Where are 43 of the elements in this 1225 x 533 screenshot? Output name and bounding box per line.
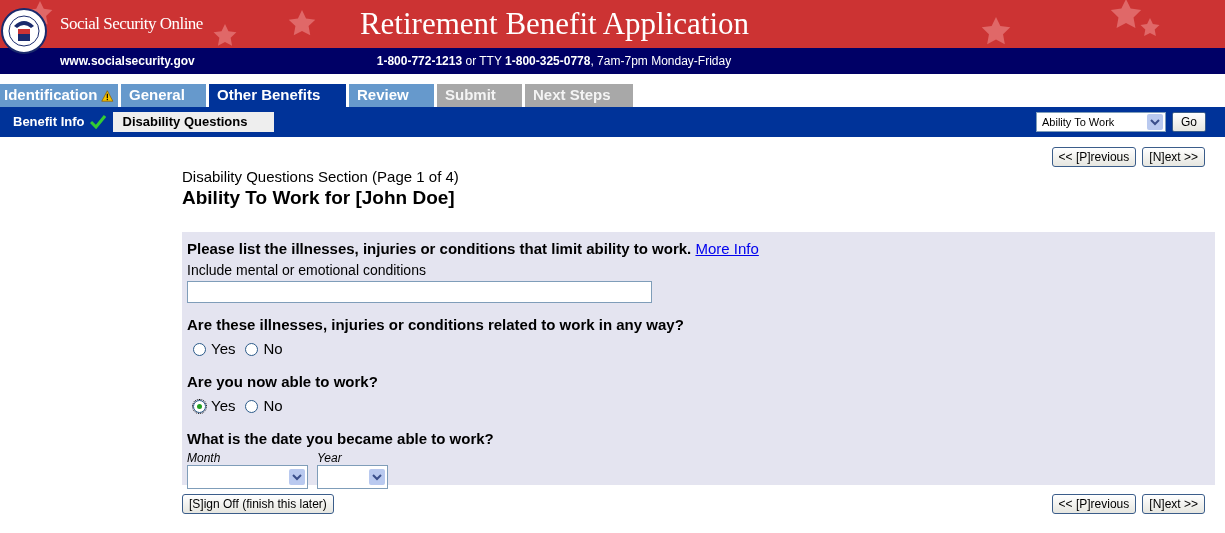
section-label: Disability Questions Section (Page 1 of 4) [182, 168, 460, 186]
dropdown[interactable] [317, 465, 388, 489]
page-heading: Ability To Work for [John Doe] [182, 186, 456, 210]
radio-label: No [263, 339, 283, 359]
page-title: Retirement Benefit Application [359, 4, 750, 43]
go-button[interactable]: Go [1172, 112, 1206, 132]
radio-label: Yes [211, 396, 236, 416]
nav-button[interactable]: [N]ext >> [1142, 147, 1205, 167]
star-icon [213, 24, 237, 46]
star-icon [981, 17, 1011, 45]
radio-label: No [263, 396, 283, 416]
radio-label: Yes [211, 339, 236, 359]
contact-info: 1-800-772-1213 or TTY 1-800-325-0778, 7am-7pm Monday-Friday [376, 53, 732, 70]
sub-tab[interactable]: Disability Questions [112, 112, 274, 132]
caret-icon [369, 469, 385, 485]
section-dropdown[interactable]: Ability To Work [1036, 112, 1166, 132]
warning-icon [101, 87, 114, 104]
check-icon [89, 115, 106, 129]
radio-button[interactable] [245, 342, 259, 356]
question-label: Are you now able to work? [187, 371, 379, 392]
nav-button[interactable]: << [P]revious [1051, 494, 1137, 514]
caret-icon [1147, 114, 1163, 130]
site-url: www.socialsecurity.gov [60, 53, 195, 70]
more-info-link[interactable]: More Info [695, 240, 759, 257]
star-icon [288, 10, 316, 36]
nav-button[interactable]: << [P]revious [1051, 147, 1137, 167]
nav-button[interactable]: [S]ign Off (finish this later) [182, 494, 334, 514]
dropdown[interactable] [187, 465, 308, 489]
nav-button[interactable]: [N]ext >> [1142, 494, 1205, 514]
hint-text: Include mental or emotional conditions [187, 260, 427, 279]
field-label: Year [317, 451, 343, 465]
radio-button[interactable] [245, 399, 259, 413]
input-field[interactable] [187, 280, 652, 303]
field-label: Month [187, 451, 222, 465]
radio-button[interactable] [193, 342, 206, 356]
radio-button[interactable] [193, 399, 206, 413]
sub-tab[interactable]: Benefit Info [13, 112, 106, 132]
caret-icon [289, 469, 305, 485]
nav-tab[interactable]: Other Benefits [209, 84, 346, 107]
question-label: Are these illnesses, injuries or conditions related to work in any way? [187, 314, 685, 335]
question-label: What is the date you became able to work? [187, 428, 495, 449]
site-name: Social Security Online [60, 13, 203, 36]
question-label: Please list the illnesses, injuries or conditions that limit ability to work. More Info [187, 239, 760, 259]
